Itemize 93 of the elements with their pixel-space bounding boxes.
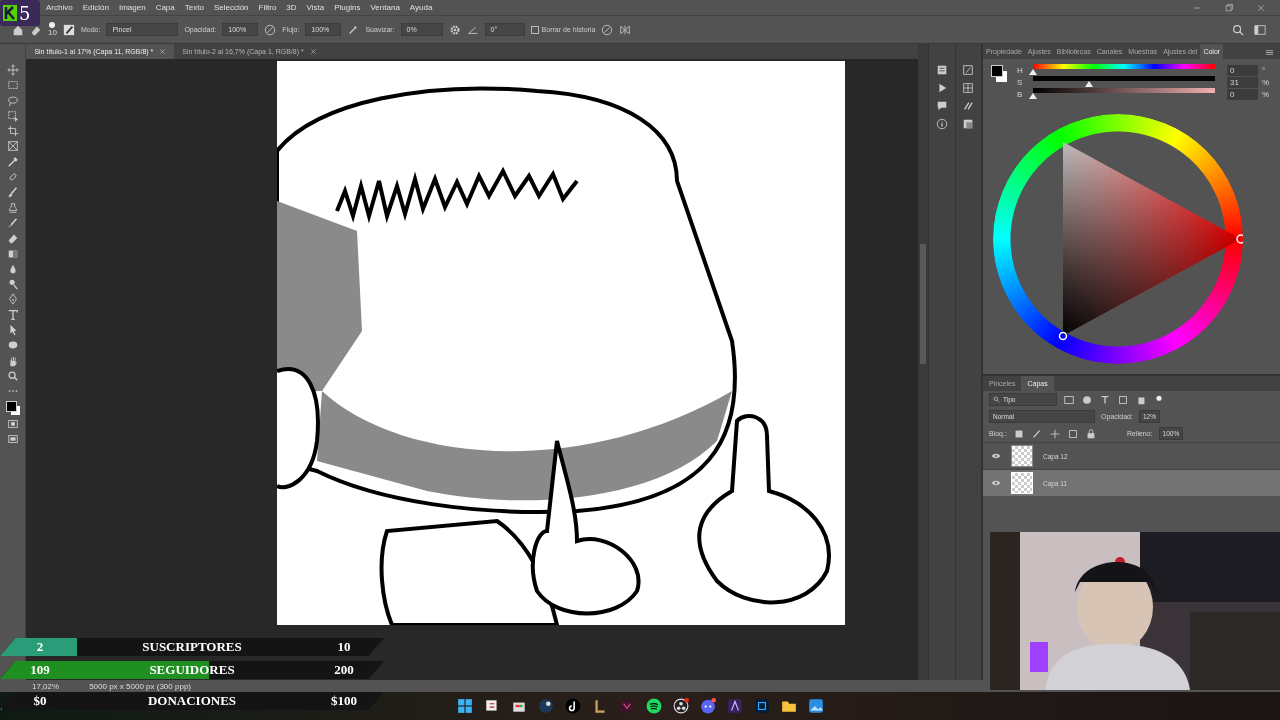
goal-target: 200 bbox=[333, 662, 355, 678]
brush-icon[interactable] bbox=[6, 186, 19, 199]
value-field[interactable]: 0 bbox=[1227, 88, 1258, 100]
lasso-icon[interactable] bbox=[6, 94, 19, 107]
brush-panel-icon[interactable] bbox=[62, 23, 75, 36]
zoom-level: 17,02% bbox=[32, 681, 60, 691]
menu-icon[interactable] bbox=[1265, 48, 1274, 57]
goal-current: 2 bbox=[35, 639, 45, 655]
grid-icon[interactable] bbox=[962, 82, 975, 94]
settings-icon[interactable] bbox=[448, 23, 461, 36]
frame-icon[interactable] bbox=[6, 140, 19, 153]
goal-target: 10 bbox=[336, 639, 352, 655]
brush-settings-icon[interactable] bbox=[962, 64, 975, 76]
quick-mask-icon[interactable] bbox=[6, 417, 19, 430]
symmetry-icon[interactable] bbox=[619, 23, 632, 36]
swatch-icon[interactable] bbox=[962, 118, 975, 130]
type-tool-icon[interactable] bbox=[6, 308, 19, 321]
eraser-icon[interactable] bbox=[6, 232, 19, 245]
menu-item[interactable]: Plugins bbox=[334, 3, 361, 12]
pressure-size-icon[interactable] bbox=[601, 23, 614, 36]
menu-item[interactable]: Ventana bbox=[370, 3, 400, 12]
close-icon[interactable] bbox=[159, 48, 167, 55]
search-icon[interactable] bbox=[6, 369, 19, 382]
pen-icon[interactable] bbox=[6, 293, 19, 306]
marquee-icon[interactable] bbox=[6, 79, 19, 92]
text-filter-icon[interactable] bbox=[1099, 393, 1111, 406]
healing-icon[interactable] bbox=[6, 171, 19, 184]
brush-size: 10 bbox=[48, 28, 57, 37]
shape-filter-icon[interactable] bbox=[1117, 393, 1129, 406]
image-filter-icon[interactable] bbox=[1063, 393, 1075, 406]
close-icon[interactable] bbox=[1256, 2, 1266, 13]
k-logo-icon bbox=[3, 5, 17, 21]
unit-label: % bbox=[1262, 89, 1271, 99]
menu-item[interactable]: Imagen bbox=[118, 3, 146, 12]
menu-item[interactable]: Edición bbox=[82, 3, 109, 12]
home-icon[interactable] bbox=[12, 23, 24, 36]
selection-icon[interactable] bbox=[6, 109, 19, 122]
value-field[interactable]: 0 bbox=[1227, 64, 1258, 76]
start-icon[interactable] bbox=[456, 698, 473, 714]
unit-label: % bbox=[1262, 77, 1271, 87]
eye-icon[interactable] bbox=[991, 478, 1001, 488]
slider-label: S bbox=[1017, 77, 1024, 87]
color-swatches[interactable] bbox=[5, 400, 20, 415]
menu-item[interactable]: Texto bbox=[184, 3, 204, 12]
logo-number: 5 bbox=[19, 2, 31, 24]
move-icon[interactable] bbox=[6, 64, 19, 76]
adjust-filter-icon[interactable] bbox=[1081, 393, 1093, 406]
menu-item[interactable]: Vista bbox=[306, 3, 325, 12]
restore-icon[interactable] bbox=[1224, 2, 1234, 13]
close-icon[interactable] bbox=[309, 48, 317, 55]
artboard-lock-icon[interactable] bbox=[1066, 427, 1079, 440]
menu-item[interactable]: 3D bbox=[286, 3, 297, 12]
workspace-icon[interactable] bbox=[1254, 23, 1266, 36]
goal-target: $100 bbox=[330, 693, 358, 709]
stamp-icon[interactable] bbox=[6, 201, 19, 214]
comment-icon[interactable] bbox=[935, 100, 948, 112]
screen-mode-icon[interactable] bbox=[6, 433, 19, 446]
document-size: 5000 px x 5000 px (300 ppp) bbox=[89, 681, 191, 691]
layer-thumbnail bbox=[1011, 445, 1033, 467]
search-icon[interactable] bbox=[993, 396, 1000, 403]
pressure-icon[interactable] bbox=[264, 23, 277, 36]
eye-icon[interactable] bbox=[991, 451, 1001, 461]
unit-label: ° bbox=[1262, 65, 1267, 75]
goal-current: 109 bbox=[29, 662, 51, 678]
search-icon[interactable] bbox=[1232, 23, 1244, 36]
crop-icon[interactable] bbox=[6, 125, 19, 138]
airbrush-icon[interactable] bbox=[347, 23, 360, 36]
goal-current: $0 bbox=[32, 693, 48, 709]
menu-item[interactable]: Capa bbox=[155, 3, 175, 12]
slider-label: B bbox=[1017, 89, 1024, 99]
goal-label: SUSCRIPTORES bbox=[141, 639, 243, 655]
move-lock-icon[interactable] bbox=[1048, 427, 1061, 440]
menu-item[interactable]: Selección bbox=[213, 3, 249, 12]
layer-thumbnail bbox=[1011, 472, 1033, 494]
slider-thumb[interactable] bbox=[1029, 93, 1037, 99]
brushes-icon[interactable] bbox=[962, 100, 975, 112]
value-field[interactable]: 31 bbox=[1227, 76, 1258, 88]
snipping-icon[interactable] bbox=[483, 698, 500, 714]
menu-item[interactable]: Ayuda bbox=[409, 3, 433, 12]
goal-label: SEGUIDORES bbox=[148, 662, 236, 678]
scrollbar-thumb[interactable] bbox=[920, 244, 927, 364]
history-brush-icon[interactable] bbox=[6, 216, 19, 229]
photos-icon[interactable] bbox=[807, 698, 824, 714]
eyedropper-icon[interactable] bbox=[6, 155, 19, 168]
music-note-icon[interactable] bbox=[564, 698, 581, 714]
menu-item[interactable]: Filtro bbox=[258, 3, 277, 12]
slider-label: H bbox=[1017, 65, 1024, 75]
menu-item[interactable]: Archivo bbox=[46, 3, 73, 12]
folder-icon[interactable] bbox=[780, 698, 797, 714]
history-icon[interactable] bbox=[935, 64, 948, 76]
info-icon[interactable] bbox=[935, 118, 948, 130]
goal-label: DONACIONES bbox=[146, 693, 238, 709]
brush-dot-icon[interactable] bbox=[49, 22, 56, 28]
